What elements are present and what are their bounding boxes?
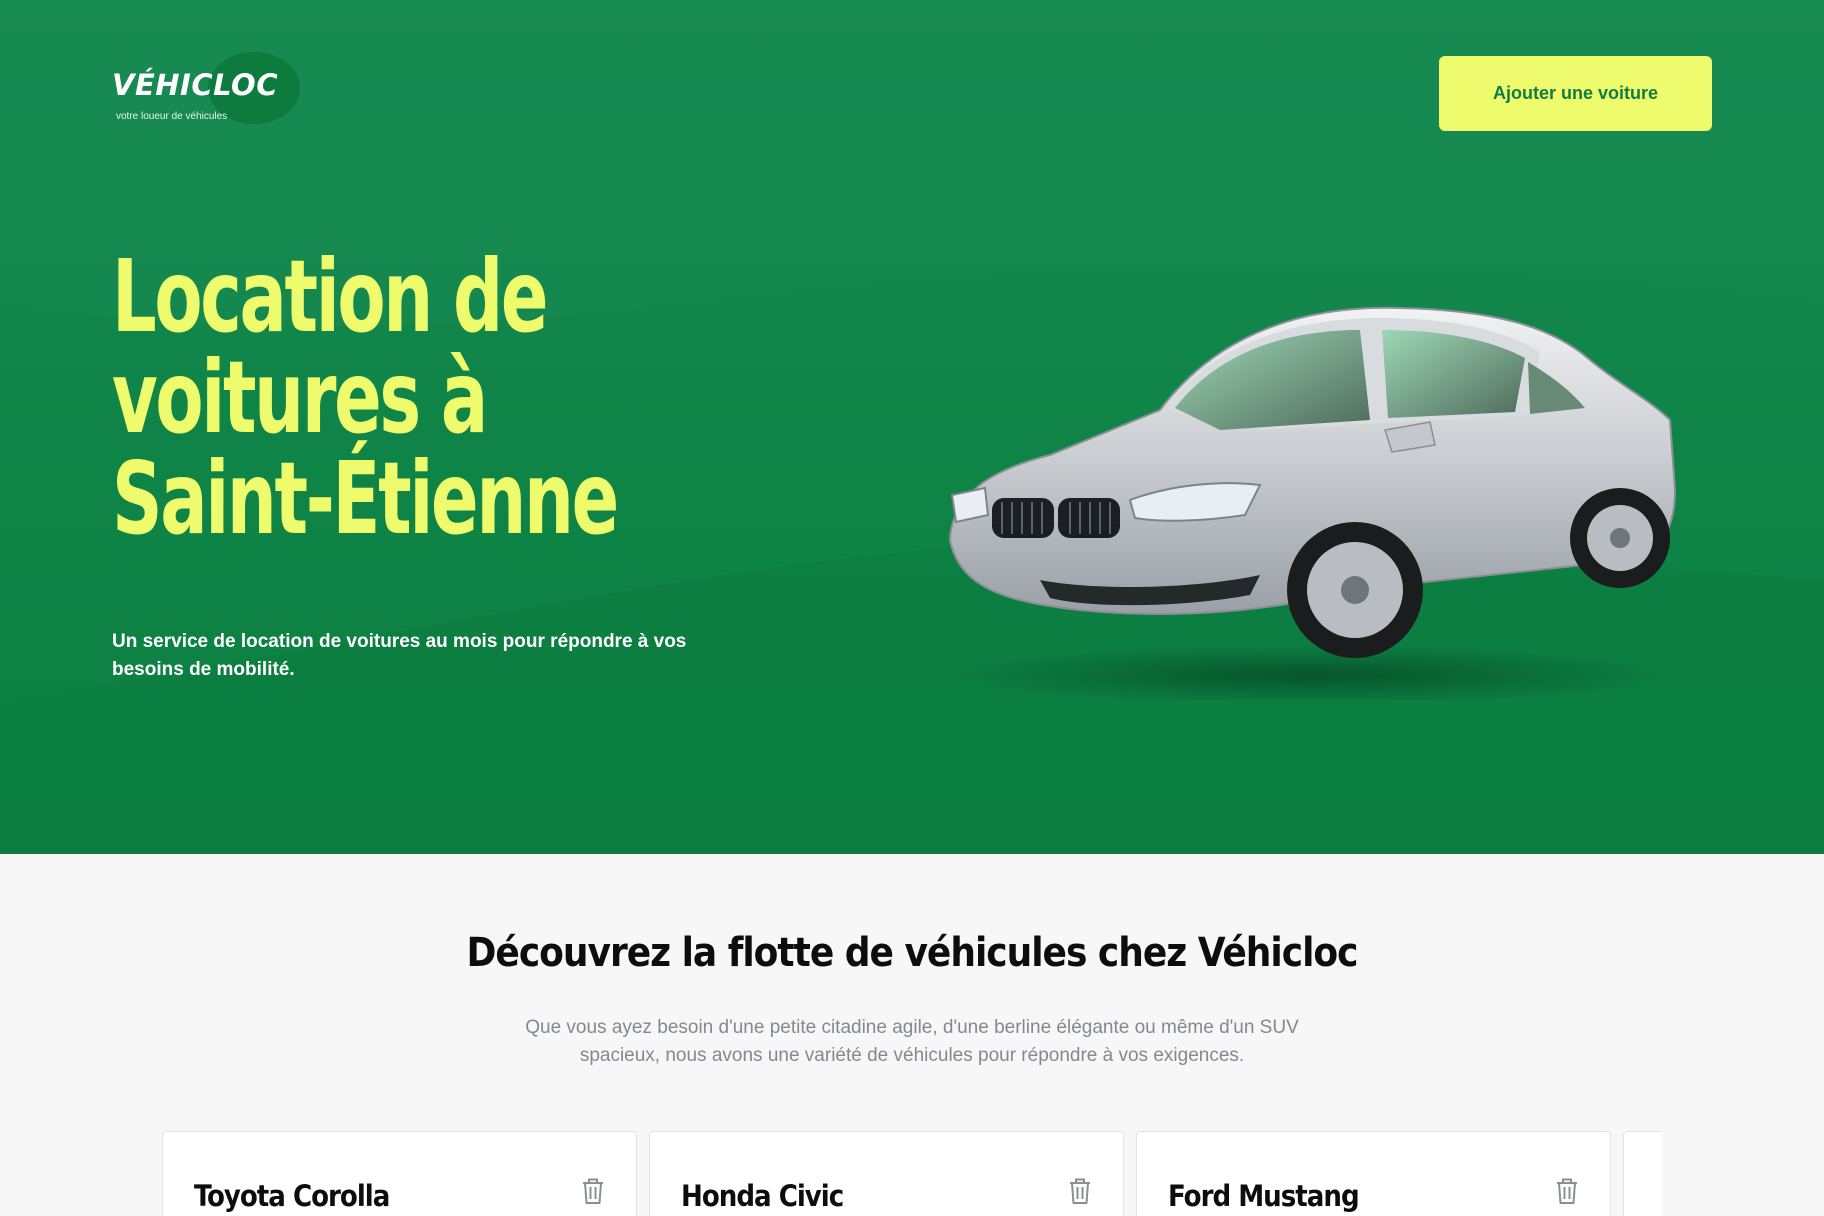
vehicle-card-title: Ford Mustang (1168, 1179, 1360, 1213)
fleet-section-title: Découvrez la flotte de véhicules chez Vé… (466, 930, 1359, 976)
hero-section: VÉHICLOC votre loueur de véhicules Ajout… (0, 0, 1824, 854)
add-car-button-label: Ajouter une voiture (1492, 83, 1658, 103)
silver-sedan-car-image (948, 306, 1677, 700)
hero-subtitle: Un service de location de voitures au mo… (112, 631, 687, 680)
logo-wordmark: VÉHICLOC (112, 68, 278, 102)
vehicle-card-partial[interactable] (1623, 1131, 1662, 1216)
brand-logo[interactable]: VÉHICLOC votre loueur de véhicules (112, 52, 302, 130)
trash-icon[interactable] (580, 1176, 606, 1206)
vehicle-card-list: Toyota Corolla Honda Civic Ford Mustang (162, 1131, 1662, 1216)
trash-icon[interactable] (1554, 1176, 1580, 1206)
vehicle-card[interactable]: Toyota Corolla (162, 1131, 637, 1216)
vehicle-card-title: Toyota Corolla (194, 1179, 390, 1213)
fleet-section-description: Que vous ayez besoin d'une petite citadi… (525, 1017, 1299, 1066)
logo-tagline: votre loueur de véhicules (116, 111, 228, 122)
vehicle-card-title: Honda Civic (681, 1179, 844, 1213)
hero-title: Location de voitures à Saint-Étienne (112, 238, 619, 557)
trash-icon[interactable] (1067, 1176, 1093, 1206)
vehicle-card[interactable]: Ford Mustang (1136, 1131, 1611, 1216)
vehicle-card[interactable]: Honda Civic (649, 1131, 1124, 1216)
add-car-button[interactable]: Ajouter une voiture (1439, 56, 1712, 131)
